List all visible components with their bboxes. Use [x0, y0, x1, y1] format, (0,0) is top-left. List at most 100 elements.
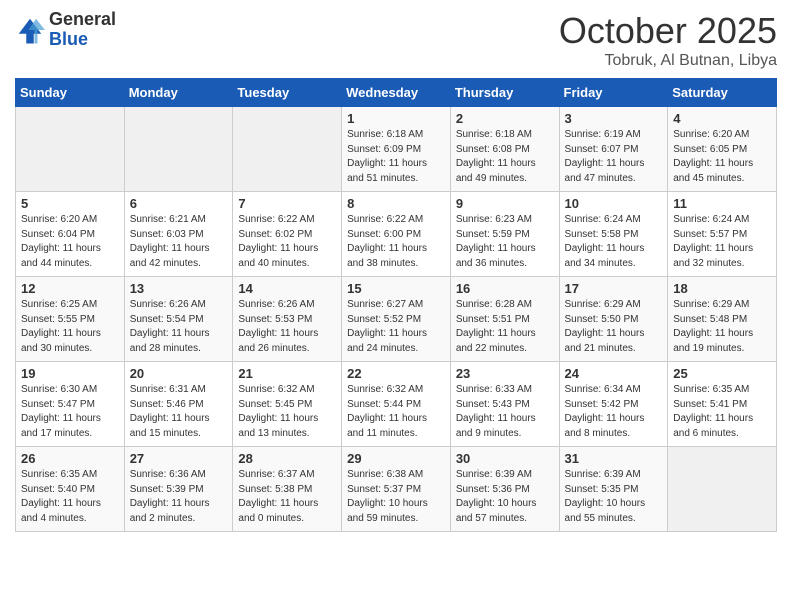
calendar-cell: 13 Sunrise: 6:26 AM Sunset: 5:54 PM Dayli…	[124, 277, 233, 362]
day-info: Sunrise: 6:39 AM Sunset: 5:36 PM Dayligh…	[456, 468, 554, 526]
day-info: Sunrise: 6:26 AM Sunset: 5:54 PM Dayligh…	[130, 298, 228, 356]
calendar-cell: 14 Sunrise: 6:26 AM Sunset: 5:53 PM Dayli…	[233, 277, 342, 362]
day-number: 15	[347, 281, 445, 296]
calendar-cell: 2 Sunrise: 6:18 AM Sunset: 6:08 PM Daylig…	[450, 107, 559, 192]
calendar-cell: 30 Sunrise: 6:39 AM Sunset: 5:36 PM Dayli…	[450, 447, 559, 532]
day-info: Sunrise: 6:31 AM Sunset: 5:46 PM Dayligh…	[130, 383, 228, 441]
day-number: 16	[456, 281, 554, 296]
calendar-cell: 21 Sunrise: 6:32 AM Sunset: 5:45 PM Dayli…	[233, 362, 342, 447]
day-number: 24	[565, 366, 663, 381]
day-info: Sunrise: 6:34 AM Sunset: 5:42 PM Dayligh…	[565, 383, 663, 441]
day-info: Sunrise: 6:27 AM Sunset: 5:52 PM Dayligh…	[347, 298, 445, 356]
calendar-cell: 25Sunrise: 6:35 AM Sunset: 5:41 PM Dayli…	[668, 362, 777, 447]
calendar-cell: 19Sunrise: 6:30 AM Sunset: 5:47 PM Dayli…	[16, 362, 125, 447]
calendar-cell: 9Sunrise: 6:23 AM Sunset: 5:59 PM Daylig…	[450, 192, 559, 277]
calendar-week-row: 19Sunrise: 6:30 AM Sunset: 5:47 PM Dayli…	[16, 362, 777, 447]
day-info: Sunrise: 6:32 AM Sunset: 5:44 PM Dayligh…	[347, 383, 445, 441]
day-number: 14	[238, 281, 336, 296]
calendar-cell: 11Sunrise: 6:24 AM Sunset: 5:57 PM Dayli…	[668, 192, 777, 277]
day-number: 30	[456, 451, 554, 466]
calendar-cell: 28 Sunrise: 6:37 AM Sunset: 5:38 PM Dayli…	[233, 447, 342, 532]
day-number: 18	[673, 281, 771, 296]
calendar-cell	[233, 107, 342, 192]
day-number: 25	[673, 366, 771, 381]
calendar-cell	[16, 107, 125, 192]
day-number: 23	[456, 366, 554, 381]
day-info: Sunrise: 6:18 AM Sunset: 6:08 PM Dayligh…	[456, 128, 554, 186]
calendar-cell: 22Sunrise: 6:32 AM Sunset: 5:44 PM Dayli…	[342, 362, 451, 447]
day-number: 12	[21, 281, 119, 296]
calendar-cell: 10Sunrise: 6:24 AM Sunset: 5:58 PM Dayli…	[559, 192, 668, 277]
day-number: 20	[130, 366, 228, 381]
day-number: 17	[565, 281, 663, 296]
day-number: 27	[130, 451, 228, 466]
logo-general-text: General	[49, 10, 116, 30]
location-title: Tobruk, Al Butnan, Libya	[559, 52, 777, 70]
calendar-cell: 7Sunrise: 6:22 AM Sunset: 6:02 PM Daylig…	[233, 192, 342, 277]
month-title: October 2025	[559, 10, 777, 52]
calendar-cell: 31 Sunrise: 6:39 AM Sunset: 5:35 PM Dayli…	[559, 447, 668, 532]
day-info: Sunrise: 6:22 AM Sunset: 6:02 PM Dayligh…	[238, 213, 336, 271]
day-info: Sunrise: 6:26 AM Sunset: 5:53 PM Dayligh…	[238, 298, 336, 356]
weekday-header-row: SundayMondayTuesdayWednesdayThursdayFrid…	[16, 79, 777, 107]
calendar-cell	[668, 447, 777, 532]
calendar-cell: 29 Sunrise: 6:38 AM Sunset: 5:37 PM Dayli…	[342, 447, 451, 532]
day-info: Sunrise: 6:19 AM Sunset: 6:07 PM Dayligh…	[565, 128, 663, 186]
calendar-cell: 24 Sunrise: 6:34 AM Sunset: 5:42 PM Dayli…	[559, 362, 668, 447]
day-info: Sunrise: 6:36 AM Sunset: 5:39 PM Dayligh…	[130, 468, 228, 526]
day-info: Sunrise: 6:28 AM Sunset: 5:51 PM Dayligh…	[456, 298, 554, 356]
day-info: Sunrise: 6:38 AM Sunset: 5:37 PM Dayligh…	[347, 468, 445, 526]
logo-icon	[15, 15, 45, 45]
day-info: Sunrise: 6:18 AM Sunset: 6:09 PM Dayligh…	[347, 128, 445, 186]
day-info: Sunrise: 6:30 AM Sunset: 5:47 PM Dayligh…	[21, 383, 119, 441]
calendar-table: SundayMondayTuesdayWednesdayThursdayFrid…	[15, 78, 777, 532]
weekday-header: Monday	[124, 79, 233, 107]
day-number: 29	[347, 451, 445, 466]
calendar-week-row: 5 Sunrise: 6:20 AM Sunset: 6:04 PM Daylig…	[16, 192, 777, 277]
day-info: Sunrise: 6:22 AM Sunset: 6:00 PM Dayligh…	[347, 213, 445, 271]
day-info: Sunrise: 6:20 AM Sunset: 6:05 PM Dayligh…	[673, 128, 771, 186]
day-number: 6	[130, 196, 228, 211]
day-info: Sunrise: 6:21 AM Sunset: 6:03 PM Dayligh…	[130, 213, 228, 271]
calendar-week-row: 12 Sunrise: 6:25 AM Sunset: 5:55 PM Dayli…	[16, 277, 777, 362]
day-number: 3	[565, 111, 663, 126]
day-number: 10	[565, 196, 663, 211]
calendar-cell: 1 Sunrise: 6:18 AM Sunset: 6:09 PM Daylig…	[342, 107, 451, 192]
day-number: 2	[456, 111, 554, 126]
day-info: Sunrise: 6:32 AM Sunset: 5:45 PM Dayligh…	[238, 383, 336, 441]
day-info: Sunrise: 6:37 AM Sunset: 5:38 PM Dayligh…	[238, 468, 336, 526]
weekday-header: Thursday	[450, 79, 559, 107]
weekday-header: Saturday	[668, 79, 777, 107]
day-info: Sunrise: 6:25 AM Sunset: 5:55 PM Dayligh…	[21, 298, 119, 356]
day-info: Sunrise: 6:23 AM Sunset: 5:59 PM Dayligh…	[456, 213, 554, 271]
day-number: 21	[238, 366, 336, 381]
day-info: Sunrise: 6:35 AM Sunset: 5:40 PM Dayligh…	[21, 468, 119, 526]
weekday-header: Friday	[559, 79, 668, 107]
calendar-cell	[124, 107, 233, 192]
day-number: 13	[130, 281, 228, 296]
day-info: Sunrise: 6:33 AM Sunset: 5:43 PM Dayligh…	[456, 383, 554, 441]
calendar-cell: 12 Sunrise: 6:25 AM Sunset: 5:55 PM Dayli…	[16, 277, 125, 362]
weekday-header: Sunday	[16, 79, 125, 107]
calendar-cell: 26 Sunrise: 6:35 AM Sunset: 5:40 PM Dayli…	[16, 447, 125, 532]
calendar-cell: 8Sunrise: 6:22 AM Sunset: 6:00 PM Daylig…	[342, 192, 451, 277]
calendar-cell: 16 Sunrise: 6:28 AM Sunset: 5:51 PM Dayli…	[450, 277, 559, 362]
day-number: 28	[238, 451, 336, 466]
day-number: 26	[21, 451, 119, 466]
calendar-cell: 18Sunrise: 6:29 AM Sunset: 5:48 PM Dayli…	[668, 277, 777, 362]
day-number: 11	[673, 196, 771, 211]
calendar-week-row: 1 Sunrise: 6:18 AM Sunset: 6:09 PM Daylig…	[16, 107, 777, 192]
calendar-cell: 6 Sunrise: 6:21 AM Sunset: 6:03 PM Daylig…	[124, 192, 233, 277]
logo-text: General Blue	[49, 10, 116, 50]
page-header: General Blue October 2025 Tobruk, Al But…	[15, 10, 777, 70]
day-number: 5	[21, 196, 119, 211]
day-number: 31	[565, 451, 663, 466]
day-info: Sunrise: 6:20 AM Sunset: 6:04 PM Dayligh…	[21, 213, 119, 271]
calendar-cell: 23 Sunrise: 6:33 AM Sunset: 5:43 PM Dayli…	[450, 362, 559, 447]
weekday-header: Tuesday	[233, 79, 342, 107]
logo: General Blue	[15, 10, 116, 50]
calendar-cell: 15 Sunrise: 6:27 AM Sunset: 5:52 PM Dayli…	[342, 277, 451, 362]
day-info: Sunrise: 6:29 AM Sunset: 5:50 PM Dayligh…	[565, 298, 663, 356]
day-number: 1	[347, 111, 445, 126]
day-info: Sunrise: 6:39 AM Sunset: 5:35 PM Dayligh…	[565, 468, 663, 526]
